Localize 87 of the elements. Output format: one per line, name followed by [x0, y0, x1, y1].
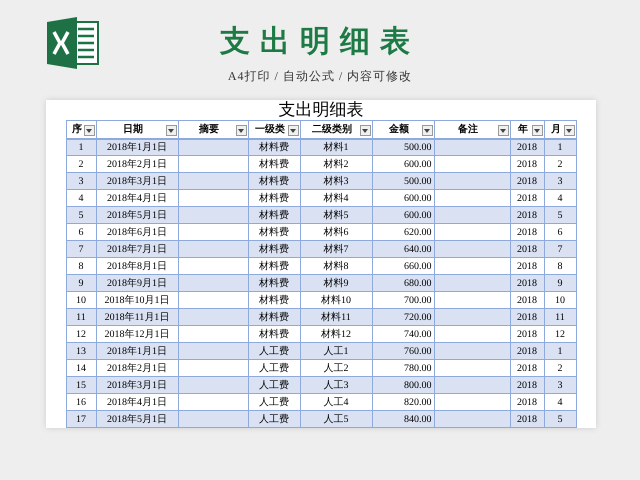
table-cell: 840.00 — [372, 410, 434, 428]
table-cell: 3 — [66, 172, 96, 190]
caret-icon — [424, 128, 430, 132]
column-header: 备注 — [434, 120, 510, 138]
filter-button[interactable] — [166, 125, 176, 136]
table-cell: 人工费 — [248, 342, 300, 360]
table-cell: 2018年3月1日 — [96, 172, 178, 190]
page-subtitle: A4打印 / 自动公式 / 内容可修改 — [228, 68, 412, 85]
table-cell: 800.00 — [372, 376, 434, 394]
table-cell: 材料费 — [248, 206, 300, 224]
filter-button[interactable] — [498, 125, 508, 136]
spreadsheet-app-icon — [46, 17, 100, 69]
table-cell: 2018年5月1日 — [96, 410, 178, 428]
column-header: 摘要 — [178, 120, 248, 138]
table-cell: 760.00 — [372, 342, 434, 360]
table-cell: 人工费 — [248, 410, 300, 428]
filter-button[interactable] — [532, 125, 542, 136]
table-cell: 材料费 — [248, 308, 300, 326]
caret-icon — [500, 128, 506, 132]
caret-icon — [86, 128, 92, 132]
table-cell: 材料费 — [248, 240, 300, 258]
filter-button[interactable] — [236, 125, 246, 136]
table-cell: 人工5 — [300, 410, 372, 428]
table-cell: 5 — [66, 206, 96, 224]
column-header: 序 — [66, 120, 96, 138]
column-header: 二级类别 — [300, 120, 372, 138]
table-cell: 2018年11月1日 — [96, 308, 178, 326]
table-cell: 9 — [544, 274, 576, 292]
table-cell: 人工费 — [248, 376, 300, 394]
table-cell: 640.00 — [372, 240, 434, 258]
column-header: 日期 — [96, 120, 178, 138]
table-cell: 3 — [544, 376, 576, 394]
filter-button[interactable] — [84, 125, 94, 136]
table-cell: 2018 — [510, 274, 544, 292]
table-cell: 2018年9月1日 — [96, 274, 178, 292]
table-cell: 材料3 — [300, 172, 372, 190]
table-cell: 2018 — [510, 376, 544, 394]
caret-icon — [168, 128, 174, 132]
table-cell: 2018年1月1日 — [96, 342, 178, 360]
filter-button[interactable] — [422, 125, 432, 136]
caret-icon — [534, 128, 540, 132]
table-cell: 2018 — [510, 206, 544, 224]
page-title: 支出明细表 — [220, 23, 420, 61]
column-header: 金额 — [372, 120, 434, 138]
table-cell: 材料5 — [300, 206, 372, 224]
filter-button[interactable] — [564, 125, 574, 136]
caret-icon — [290, 128, 296, 132]
table-cell: 7 — [544, 240, 576, 258]
table-cell: 720.00 — [372, 308, 434, 326]
table-cell: 2018 — [510, 342, 544, 360]
table-cell: 11 — [66, 308, 96, 326]
table-cell: 材料费 — [248, 274, 300, 292]
table-cell: 材料7 — [300, 240, 372, 258]
table-cell: 人工3 — [300, 376, 372, 394]
filter-button[interactable] — [288, 125, 298, 136]
table-cell: 15 — [66, 376, 96, 394]
table-cell: 11 — [544, 308, 576, 326]
caret-icon — [566, 128, 572, 132]
caret-icon — [362, 128, 368, 132]
table-cell: 材料11 — [300, 308, 372, 326]
table-cell: 材料费 — [248, 172, 300, 190]
table-cell: 3 — [544, 172, 576, 190]
table-cell: 13 — [66, 342, 96, 360]
table-cell: 2018 — [510, 308, 544, 326]
sheet-title: 支出明细表 — [278, 100, 364, 120]
table-cell: 5 — [544, 410, 576, 428]
table-cell: 2018 — [510, 172, 544, 190]
table-cell: 9 — [66, 274, 96, 292]
table-cell: 2018年3月1日 — [96, 376, 178, 394]
table-cell: 680.00 — [372, 274, 434, 292]
table-cell: 2018 — [510, 240, 544, 258]
table-cell: 2018 — [510, 410, 544, 428]
table-cell: 2018年7月1日 — [96, 240, 178, 258]
table-cell: 材料9 — [300, 274, 372, 292]
table-cell: 17 — [66, 410, 96, 428]
table-cell: 5 — [544, 206, 576, 224]
caret-icon — [238, 128, 244, 132]
table-cell: 人工1 — [300, 342, 372, 360]
column-header: 一级类 — [248, 120, 300, 138]
table-cell: 7 — [66, 240, 96, 258]
table-cell: 1 — [544, 342, 576, 360]
table-cell: 600.00 — [372, 206, 434, 224]
table-cell: 2018年5月1日 — [96, 206, 178, 224]
column-header: 月 — [544, 120, 576, 138]
table-cell: 500.00 — [372, 172, 434, 190]
filter-button[interactable] — [360, 125, 370, 136]
column-header: 年 — [510, 120, 544, 138]
